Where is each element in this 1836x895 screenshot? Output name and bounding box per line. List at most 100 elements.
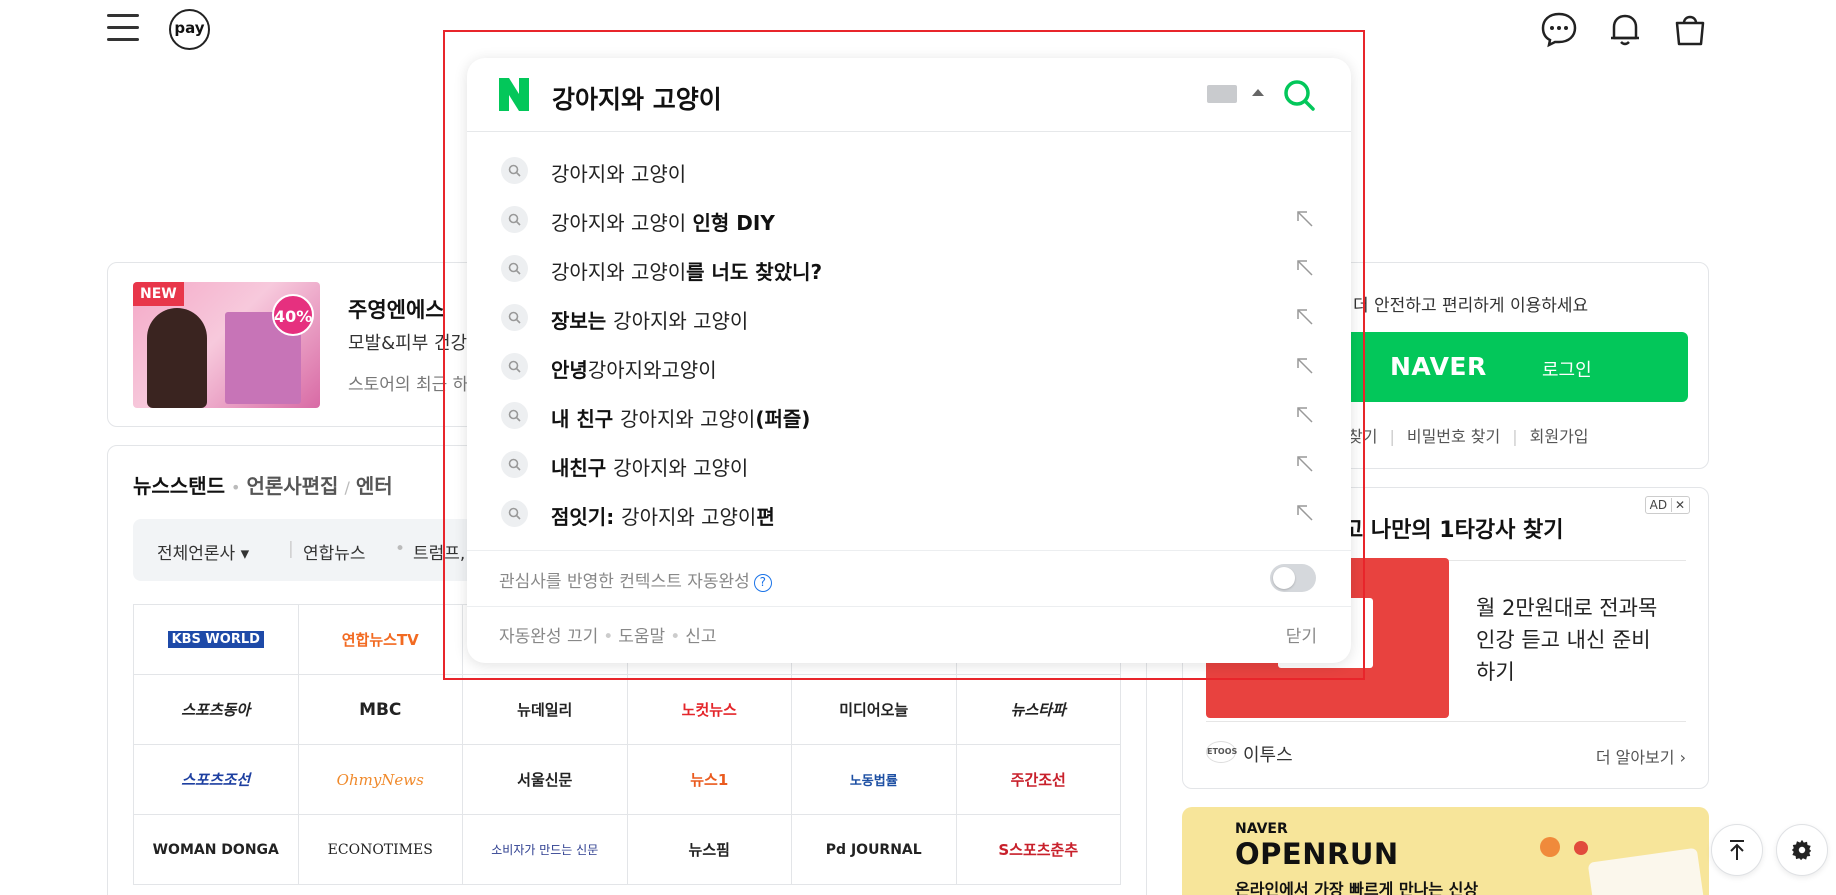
fill-query-arrow-icon[interactable] xyxy=(1295,307,1315,327)
search-box: 강아지와 고양이 xyxy=(467,58,1351,132)
search-icon xyxy=(501,304,528,331)
fill-query-arrow-icon[interactable] xyxy=(1295,503,1315,523)
shopping-bag-icon[interactable] xyxy=(1671,10,1709,48)
menu-icon[interactable] xyxy=(107,14,139,42)
filter-divider: | xyxy=(288,539,294,559)
scroll-top-button[interactable] xyxy=(1711,824,1763,876)
bell-icon[interactable] xyxy=(1606,10,1644,48)
settings-button[interactable] xyxy=(1776,824,1828,876)
suggestion-text: 안녕강아지와고양이 xyxy=(551,358,717,382)
suggestion-item[interactable]: 장보는 강아지와 고양이 xyxy=(467,293,1351,342)
fill-query-arrow-icon[interactable] xyxy=(1295,405,1315,425)
ad-brand[interactable]: 이투스 xyxy=(1243,741,1293,767)
tab-press-edit[interactable]: 언론사편집 xyxy=(246,474,338,498)
fill-query-arrow-icon[interactable] xyxy=(1295,258,1315,278)
signup-link[interactable]: 회원가입 xyxy=(1530,427,1589,446)
suggestion-item[interactable]: 점잇기: 강아지와 고양이편 xyxy=(467,489,1351,538)
filter-dot: • xyxy=(395,539,406,559)
fill-query-arrow-icon[interactable] xyxy=(1295,209,1315,229)
press-logo[interactable]: 뉴스핌 xyxy=(627,815,792,885)
search-icon xyxy=(501,500,528,527)
suggestion-item[interactable]: 강아지와 고양이 xyxy=(467,146,1351,195)
press-logo[interactable]: 미디어오늘 xyxy=(792,675,957,745)
search-icon xyxy=(501,451,528,478)
openrun-tagline: 온라인에서 가장 빠르게 만나는 신상 xyxy=(1235,880,1479,895)
press-logo[interactable]: MBC xyxy=(298,675,463,745)
press-logo[interactable]: 노동법률 xyxy=(792,745,957,815)
help-link[interactable]: 도움말 xyxy=(618,627,665,647)
press-logo[interactable]: 뉴스타파 xyxy=(956,675,1121,745)
suggestion-item[interactable]: 강아지와 고양이 인형 DIY xyxy=(467,195,1351,244)
suggestion-text: 내친구 강아지와 고양이 xyxy=(551,456,749,480)
login-button-label: 로그인 xyxy=(1542,360,1592,381)
press-logo[interactable]: S스포츠춘추 xyxy=(956,815,1121,885)
press-logo[interactable]: 스포츠동아 xyxy=(134,675,299,745)
suggestion-item[interactable]: 내 친구 강아지와 고양이(퍼즐) xyxy=(467,391,1351,440)
press-logo[interactable]: 뉴데일리 xyxy=(463,675,628,745)
suggestion-text: 내 친구 강아지와 고양이(퍼즐) xyxy=(551,407,811,431)
learn-more-link[interactable]: 더 알아보기 › xyxy=(1596,744,1686,768)
press-logo[interactable]: 주간조선 xyxy=(956,745,1121,815)
suggestion-item[interactable]: 강아지와 고양이를 너도 찾았니? xyxy=(467,244,1351,293)
search-input[interactable]: 강아지와 고양이 xyxy=(552,80,722,116)
press-logo[interactable]: 노컷뉴스 xyxy=(627,675,792,745)
chevron-right-icon: › xyxy=(1679,748,1686,767)
suggestion-item[interactable]: 안녕강아지와고양이 xyxy=(467,342,1351,391)
press-row: 스포츠조선 OhmyNews 서울신문 뉴스1 노동법률 주간조선 xyxy=(134,745,1121,815)
autocomplete-off-link[interactable]: 자동완성 끄기 xyxy=(499,627,598,647)
new-badge: NEW xyxy=(133,282,184,306)
context-autocomplete-label: 관심사를 반영한 컨텍스트 자동완성? xyxy=(499,567,772,592)
close-icon[interactable]: ✕ xyxy=(1670,498,1685,512)
press-filter-dropdown[interactable]: 전체언론사 ▾ xyxy=(157,539,249,564)
product-image[interactable]: NEW 40% xyxy=(133,282,320,408)
openrun-banner[interactable]: NAVER OPENRUN 온라인에서 가장 빠르게 만나는 신상 xyxy=(1182,807,1709,895)
naver-logo-icon xyxy=(499,78,529,111)
help-icon[interactable]: ? xyxy=(753,574,772,592)
ad-badge[interactable]: AD ✕ xyxy=(1644,496,1690,514)
shop-brand[interactable]: 주영엔에스 xyxy=(348,294,445,324)
tab-entertainment[interactable]: 엔터 xyxy=(356,474,393,498)
scroll-top-icon xyxy=(1730,840,1744,860)
tab-separator: / xyxy=(344,478,350,497)
press-logo[interactable]: ECONOTIMES xyxy=(298,815,463,885)
suggestion-text: 장보는 강아지와 고양이 xyxy=(551,309,749,333)
search-icon xyxy=(501,402,528,429)
login-links: 찾기 | 비밀번호 찾기 | 회원가입 xyxy=(1348,427,1589,446)
press-row: 스포츠동아 MBC 뉴데일리 노컷뉴스 미디어오늘 뉴스타파 xyxy=(134,675,1121,745)
newsstand-tabs: 뉴스스탠드 • 언론사편집 / 엔터 xyxy=(133,470,393,499)
news-headline-press[interactable]: 연합뉴스 xyxy=(303,539,366,564)
press-logo[interactable]: 스포츠조선 xyxy=(134,745,299,815)
tab-newsstand[interactable]: 뉴스스탠드 xyxy=(133,474,225,498)
press-logo[interactable]: OhmyNews xyxy=(298,745,463,815)
talk-icon[interactable] xyxy=(1540,10,1578,48)
press-logo[interactable]: 서울신문 xyxy=(463,745,628,815)
press-logo[interactable]: Pd JOURNAL xyxy=(792,815,957,885)
login-prompt: 더 안전하고 편리하게 이용하세요 xyxy=(1353,296,1589,316)
context-autocomplete-toggle[interactable] xyxy=(1270,564,1316,592)
suggestion-text: 점잇기: 강아지와 고양이편 xyxy=(551,505,775,529)
press-logo[interactable]: KBS WORLD xyxy=(134,605,299,675)
pay-button[interactable]: pay xyxy=(169,9,210,50)
etoos-logo-icon: ETOOS xyxy=(1206,741,1237,763)
decor-ball xyxy=(1540,837,1560,857)
find-password-link[interactable]: 비밀번호 찾기 xyxy=(1407,427,1500,446)
ad-copy[interactable]: 월 2만원대로 전과목 인강 듣고 내신 준비하기 xyxy=(1476,592,1666,688)
collapse-autocomplete-icon[interactable] xyxy=(1252,89,1264,96)
close-autocomplete-button[interactable]: 닫기 xyxy=(1286,622,1317,647)
report-link[interactable]: 신고 xyxy=(685,627,716,647)
press-logo[interactable]: 연합뉴스TV xyxy=(298,605,463,675)
divider xyxy=(1206,721,1686,722)
suggestion-item[interactable]: 내친구 강아지와 고양이 xyxy=(467,440,1351,489)
suggestion-list: 강아지와 고양이 강아지와 고양이 인형 DIY 강아지와 고양이를 너도 찾았… xyxy=(467,146,1351,538)
press-logo[interactable]: 소비자가 만드는 신문 xyxy=(463,815,628,885)
keyboard-icon[interactable] xyxy=(1207,85,1237,103)
search-icon[interactable] xyxy=(1282,78,1316,112)
product-package-image xyxy=(1587,847,1707,895)
fill-query-arrow-icon[interactable] xyxy=(1295,454,1315,474)
discount-badge: 40% xyxy=(272,294,314,336)
openrun-title: OPENRUN xyxy=(1235,837,1399,871)
ad-title[interactable]: 고 나만의 1타강사 찾기 xyxy=(1343,512,1563,544)
fill-query-arrow-icon[interactable] xyxy=(1295,356,1315,376)
press-logo[interactable]: WOMAN DONGA xyxy=(134,815,299,885)
press-logo[interactable]: 뉴스1 xyxy=(627,745,792,815)
